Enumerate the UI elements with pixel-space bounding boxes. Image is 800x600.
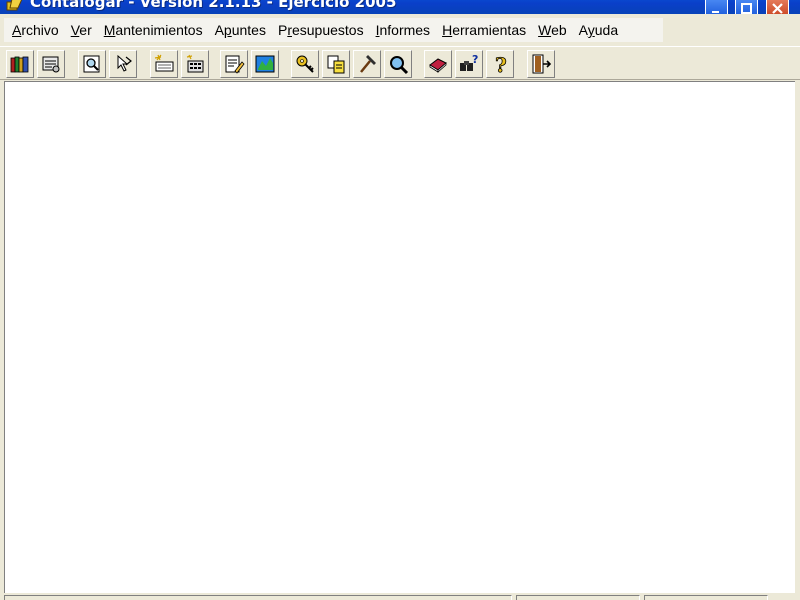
minimize-icon: [712, 10, 719, 13]
toolbar-button-document-search[interactable]: [78, 50, 106, 78]
copy-icon: [327, 55, 345, 74]
toolbar-button-calculator[interactable]: [181, 50, 209, 78]
help-search-icon: ?: [460, 53, 478, 71]
menu-mnemonic: W: [538, 22, 552, 38]
menu-presupuestos[interactable]: Presupuestos: [274, 19, 372, 41]
menu-bar: Archivo Ver Mantenimientos Apuntes Presu…: [0, 14, 800, 46]
title-bar: Contalogar - Versión 2.1.13 - Ejercicio …: [0, 0, 800, 19]
chart-map-icon: [255, 55, 275, 73]
book-icon: [429, 58, 447, 73]
new-entry-icon: [154, 54, 174, 72]
menu-mnemonic: r: [287, 22, 292, 38]
toolbar-button-key[interactable]: [291, 50, 319, 78]
toolbar-button-book[interactable]: [424, 50, 452, 78]
toolbar-button-chart-map[interactable]: [251, 50, 279, 78]
menu-informes[interactable]: Informes: [372, 19, 438, 41]
menu-mantenimientos[interactable]: Mantenimientos: [100, 19, 211, 41]
menu-ayuda[interactable]: Ayuda: [575, 19, 626, 41]
toolbar-button-exit[interactable]: [527, 50, 555, 78]
toolbar-button-question[interactable]: ?: [486, 50, 514, 78]
hammer-icon: [360, 55, 376, 73]
app-icon[interactable]: [6, 0, 24, 12]
toolbar: ? ?: [0, 46, 800, 80]
menu-mnemonic: H: [442, 22, 453, 38]
menu-mnemonic: p: [223, 22, 232, 38]
toolbar-button-books[interactable]: [6, 50, 34, 78]
status-bar: [0, 593, 800, 600]
status-panel-main: [4, 595, 512, 600]
status-panel-secondary: [516, 595, 640, 600]
maximize-icon: [741, 2, 752, 14]
menu-mnemonic: I: [375, 22, 380, 38]
toolbar-button-edit-report[interactable]: [220, 50, 248, 78]
toolbar-button-copy[interactable]: [322, 50, 350, 78]
books-icon: [10, 56, 29, 73]
svg-text:?: ?: [495, 53, 507, 75]
menu-mnemonic: V: [70, 22, 80, 38]
menu-mnemonic: y: [587, 22, 595, 38]
ledger-icon: [42, 56, 60, 73]
workspace-area[interactable]: [4, 81, 795, 593]
calculator-entry-icon: [186, 54, 204, 73]
document-search-icon: [83, 55, 100, 73]
question-icon: ?: [495, 53, 508, 75]
svg-text:?: ?: [472, 53, 478, 66]
close-icon: [772, 2, 783, 14]
toolbar-button-ledger[interactable]: [37, 50, 65, 78]
key-icon: [296, 55, 314, 73]
edit-report-icon: [225, 55, 245, 74]
menu-items: Archivo Ver Mantenimientos Apuntes Presu…: [4, 18, 663, 42]
menu-web[interactable]: Web: [534, 19, 575, 41]
menu-herramientas[interactable]: Herramientas: [438, 19, 534, 41]
menu-archivo[interactable]: Archivo: [8, 19, 67, 41]
cursor-transfer-icon: [117, 54, 132, 72]
window-title: Contalogar - Versión 2.1.13 - Ejercicio …: [30, 0, 397, 11]
status-panel-tertiary: [644, 595, 768, 600]
menu-apuntes[interactable]: Apuntes: [211, 19, 274, 41]
exit-door-icon: [532, 54, 552, 74]
toolbar-button-help-search[interactable]: ?: [455, 50, 483, 78]
magnifier-icon: [390, 56, 409, 75]
menu-mnemonic: A: [12, 22, 22, 38]
toolbar-button-transfer[interactable]: [109, 50, 137, 78]
toolbar-button-new-entry[interactable]: [150, 50, 178, 78]
menu-ver[interactable]: Ver: [67, 19, 100, 41]
toolbar-button-hammer[interactable]: [353, 50, 381, 78]
toolbar-button-magnifier[interactable]: [384, 50, 412, 78]
menu-mnemonic: M: [103, 22, 116, 38]
